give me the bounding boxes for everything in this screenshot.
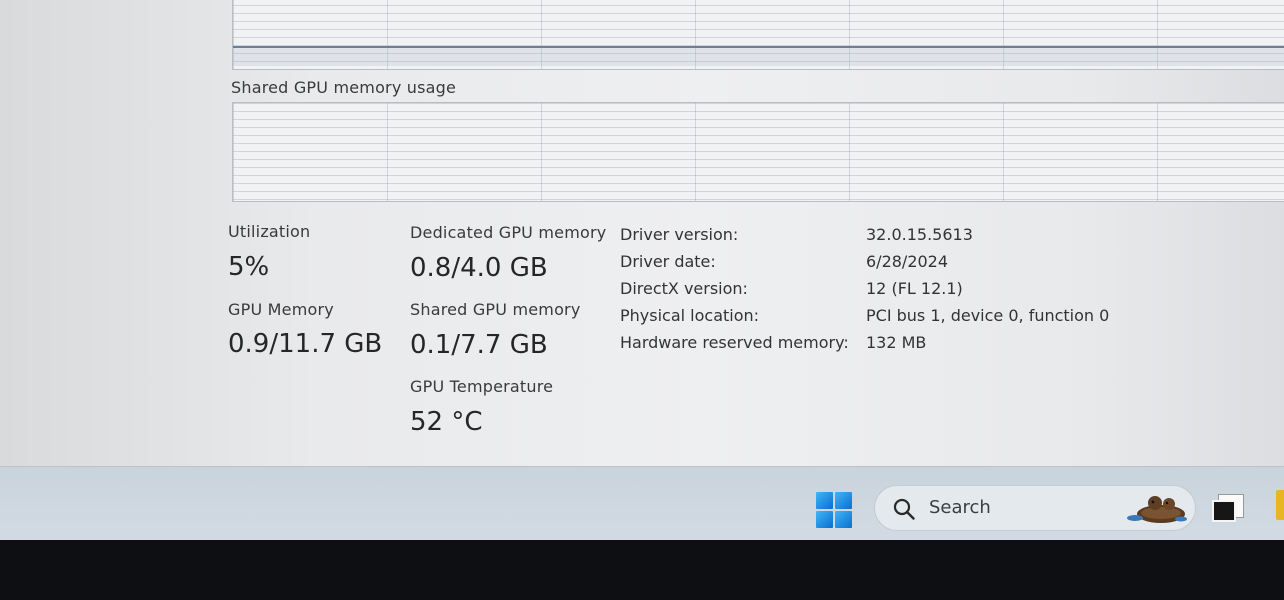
gpu-memory-label: GPU Memory (228, 300, 334, 319)
hardware-reserved-memory-value: 132 MB (866, 333, 927, 352)
search-icon (893, 498, 915, 520)
dedicated-memory-value: 0.8/4.0 GB (410, 253, 548, 283)
driver-version-key: Driver version: (620, 225, 739, 244)
shared-memory-graph-title: Shared GPU memory usage (231, 78, 457, 97)
hardware-reserved-memory-key: Hardware reserved memory: (620, 333, 849, 352)
taskbar-search-box[interactable]: Search (874, 485, 1196, 531)
utilization-label: Utilization (228, 222, 311, 241)
shared-memory-label: Shared GPU memory (410, 300, 581, 319)
driver-version-value: 32.0.15.5613 (866, 225, 973, 244)
driver-date-value: 6/28/2024 (866, 252, 949, 271)
search-label: Search (929, 497, 991, 518)
directx-version-value: 12 (FL 12.1) (866, 279, 963, 298)
gpu-memory-value: 0.9/11.7 GB (228, 329, 383, 359)
dedicated-memory-label: Dedicated GPU memory (410, 223, 607, 242)
gpu-temperature-value: 52 °C (410, 407, 483, 437)
gpu-temperature-label: GPU Temperature (410, 377, 554, 396)
driver-date-key: Driver date: (620, 252, 716, 271)
directx-version-key: DirectX version: (620, 279, 748, 298)
windows-start-icon[interactable] (812, 488, 856, 532)
dedicated-memory-graph (232, 0, 1284, 70)
shared-memory-value: 0.1/7.7 GB (410, 330, 548, 360)
file-explorer-icon[interactable] (1276, 490, 1284, 520)
shared-memory-graph (232, 102, 1284, 202)
utilization-value: 5% (228, 252, 270, 282)
task-manager-gpu-panel: Shared GPU memory usage Utilization 5% G… (0, 0, 1284, 466)
physical-location-value: PCI bus 1, device 0, function 0 (866, 306, 1110, 325)
task-view-icon[interactable] (1212, 494, 1246, 524)
otter-widget-icon[interactable] (1125, 492, 1189, 526)
monitor-bezel (0, 540, 1284, 600)
memory-usage-trace (233, 46, 1284, 66)
physical-location-key: Physical location: (620, 306, 760, 325)
